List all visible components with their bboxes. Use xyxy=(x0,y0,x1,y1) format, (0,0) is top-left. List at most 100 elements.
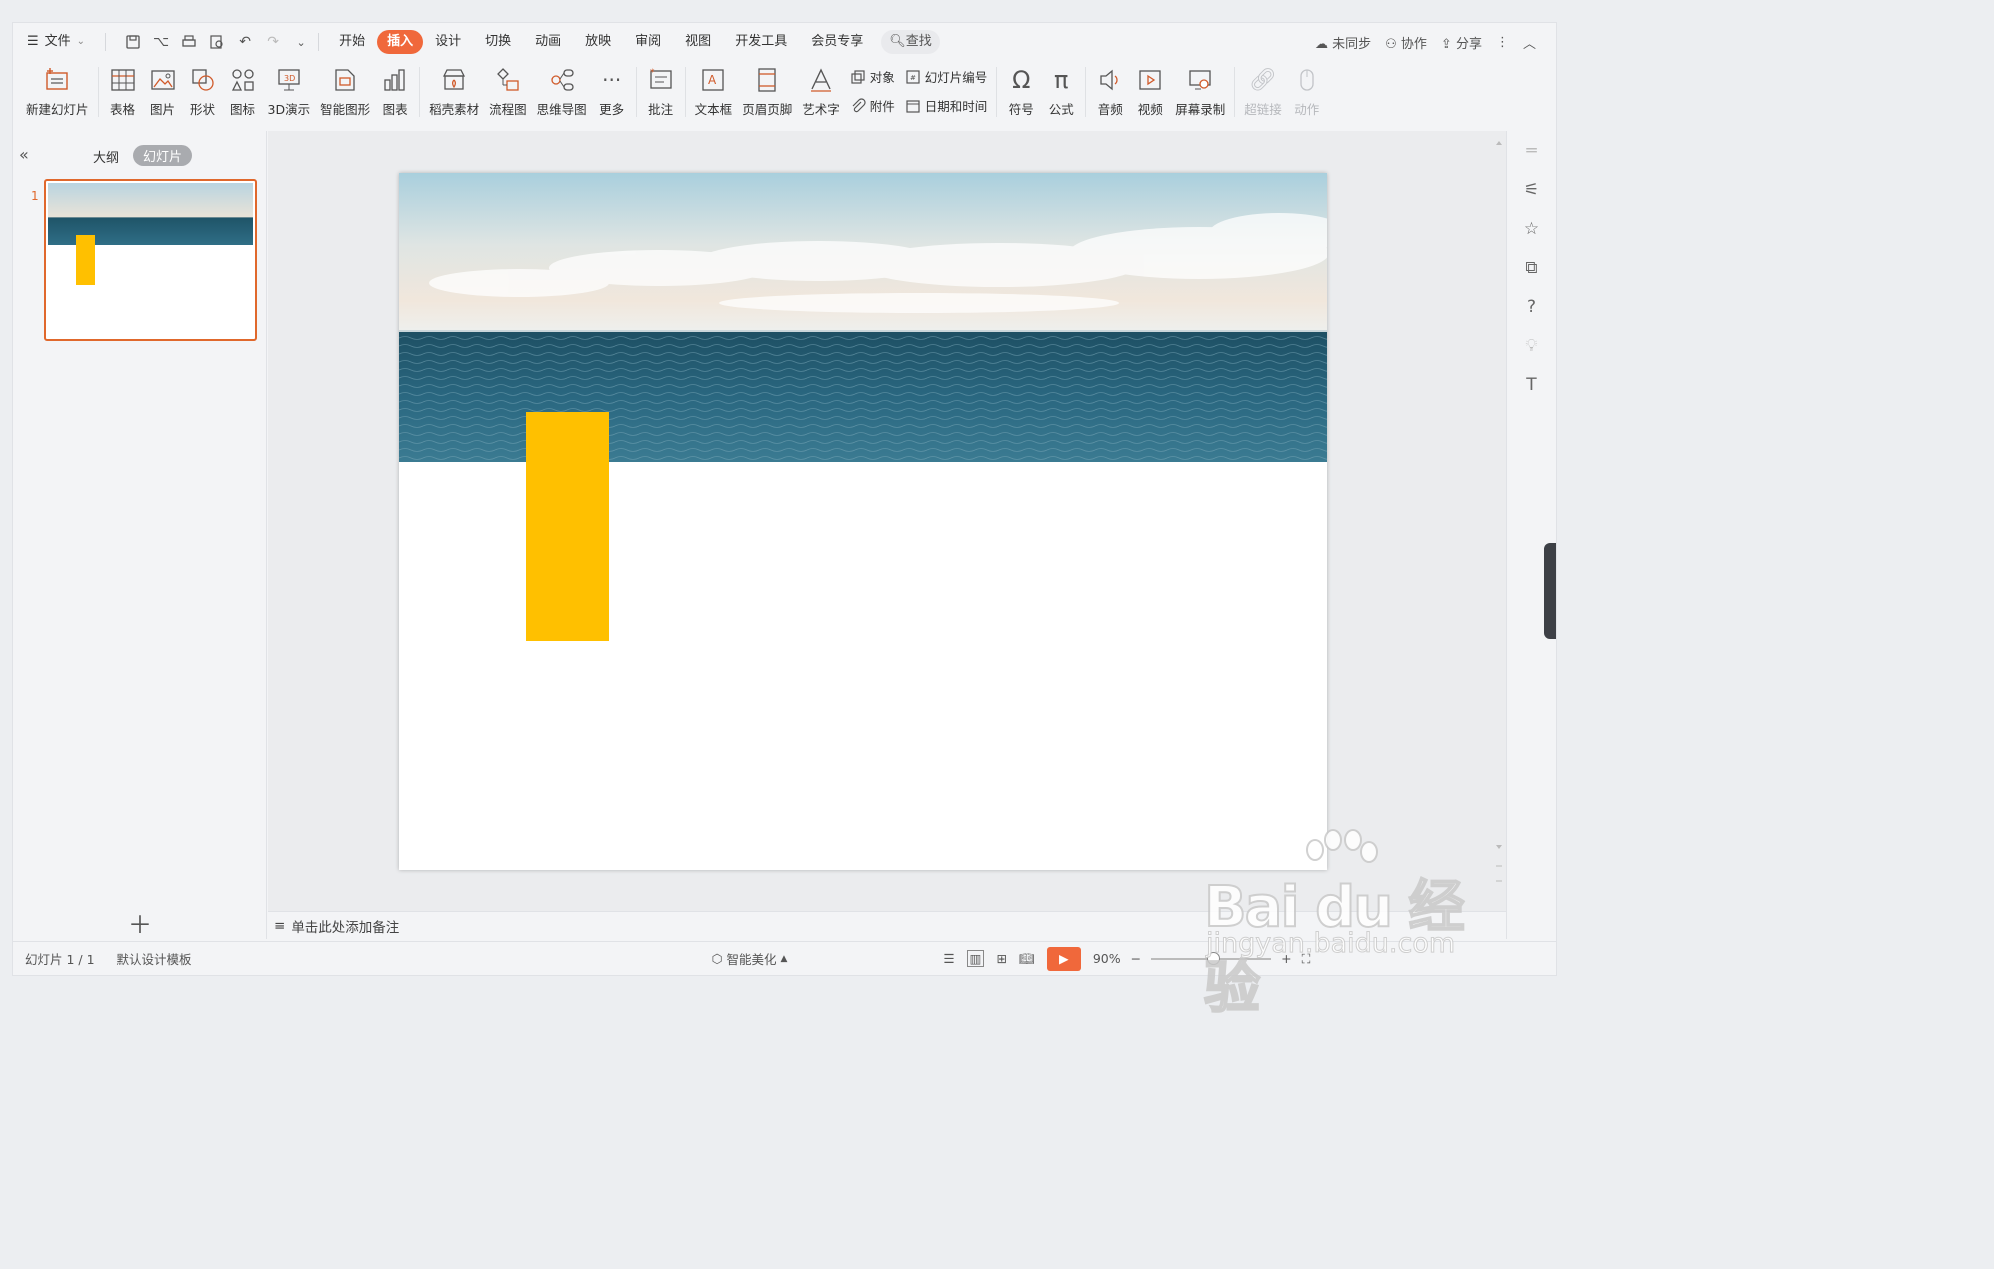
picture-button[interactable]: 图片 xyxy=(143,61,183,118)
tab-home[interactable]: 开始 xyxy=(327,30,377,54)
header-footer-icon xyxy=(752,65,782,95)
tab-view[interactable]: 视图 xyxy=(673,30,723,54)
add-slide-button[interactable]: ＋ xyxy=(128,905,152,940)
collab-button[interactable]: ⚇ 协作 xyxy=(1385,33,1427,52)
video-icon xyxy=(1135,65,1165,95)
slide-thumbnail[interactable] xyxy=(44,179,257,341)
play-slideshow-button[interactable]: ▶ xyxy=(1046,946,1081,971)
icon-button[interactable]: 图标 xyxy=(223,61,263,118)
yellow-rectangle-shape[interactable] xyxy=(526,412,609,641)
tab-design[interactable]: 设计 xyxy=(423,30,473,54)
format-painter-icon[interactable]: ⌥ xyxy=(152,33,170,51)
ribbon-insert: 新建幻灯片 表格 图片 形状 图标 3D 3D演示 智能图形 图表 稻壳素材 流… xyxy=(13,61,1556,131)
notes-toggle-icon[interactable]: ☰ xyxy=(943,951,954,966)
print-icon[interactable] xyxy=(180,33,198,51)
datetime-button[interactable]: 日期和时间 xyxy=(905,96,987,115)
slide-number-button[interactable]: # 幻灯片编号 xyxy=(905,67,987,86)
tab-transitions[interactable]: 切换 xyxy=(473,30,523,54)
chart-button[interactable]: 图表 xyxy=(375,61,415,118)
zoom-slider-knob[interactable] xyxy=(1207,951,1221,965)
search-button[interactable]: 🔍︎查找 xyxy=(881,30,940,54)
smart-beautify-button[interactable]: ⬡ 智能美化 ▲ xyxy=(712,949,788,968)
lightbulb-icon[interactable]: 💡︎ xyxy=(1522,336,1542,356)
screen-record-button[interactable]: 屏幕录制 xyxy=(1170,61,1230,118)
vertical-scrollbar[interactable] xyxy=(1492,131,1506,911)
more-vertical-icon[interactable]: ⋮ xyxy=(1496,35,1509,50)
drag-handle-icon[interactable]: ═ xyxy=(1522,141,1542,161)
side-tab-handle[interactable] xyxy=(1544,543,1556,639)
zoom-in-icon[interactable]: + xyxy=(1281,951,1291,966)
tab-slideshow[interactable]: 放映 xyxy=(573,30,623,54)
new-slide-label: 新建幻灯片 xyxy=(26,102,89,117)
calendar-icon xyxy=(905,98,921,114)
wordart-button[interactable]: 艺术字 xyxy=(797,61,845,118)
tab-member[interactable]: 会员专享 xyxy=(799,30,875,54)
new-slide-button[interactable]: 新建幻灯片 xyxy=(21,61,94,118)
share-button[interactable]: ⇪ 分享 xyxy=(1441,33,1482,52)
fit-window-icon[interactable]: ⛶ xyxy=(1302,951,1311,967)
audio-label: 音频 xyxy=(1097,102,1123,117)
comment-button[interactable]: * 批注 xyxy=(641,61,681,118)
sync-button[interactable]: ☁ 未同步 xyxy=(1315,33,1371,52)
table-button[interactable]: 表格 xyxy=(103,61,143,118)
attachment-button[interactable]: 附件 xyxy=(850,96,895,115)
tab-insert[interactable]: 插入 xyxy=(377,30,424,54)
audio-button[interactable]: 音频 xyxy=(1090,61,1130,118)
save-icon[interactable] xyxy=(124,33,142,51)
shape-button[interactable]: 形状 xyxy=(183,61,223,118)
link-icon: 🔗︎ xyxy=(1249,67,1277,93)
collapse-ribbon-icon[interactable]: ︿ xyxy=(1523,33,1536,52)
symbol-button[interactable]: Ω 符号 xyxy=(1001,61,1041,118)
normal-view-icon[interactable]: ▥ xyxy=(966,950,985,967)
divider xyxy=(105,33,107,51)
notes-area[interactable]: ≡ 单击此处添加备注 xyxy=(268,911,1506,939)
divider xyxy=(684,67,686,117)
action-button[interactable]: 动作 xyxy=(1287,61,1327,118)
customize-dropdown-icon[interactable]: ⌄ xyxy=(292,33,310,51)
divider xyxy=(1234,67,1236,117)
slide[interactable] xyxy=(399,173,1327,870)
print-preview-icon[interactable] xyxy=(208,33,226,51)
hamburger-icon: ☰ xyxy=(27,34,39,49)
file-menu-label: 文件 xyxy=(44,34,71,49)
zoom-out-icon[interactable]: − xyxy=(1131,951,1141,966)
flowchart-icon xyxy=(493,65,523,95)
speaker-icon xyxy=(1095,65,1125,95)
text-icon[interactable]: T xyxy=(1522,375,1542,395)
smartart-button[interactable]: 智能图形 xyxy=(315,61,375,118)
redo-icon[interactable]: ↷ xyxy=(264,33,282,51)
template-name[interactable]: 默认设计模板 xyxy=(95,949,192,968)
zoom-slider[interactable] xyxy=(1151,951,1272,965)
more-button[interactable]: ··· 更多 xyxy=(592,61,632,118)
help-icon[interactable]: ? xyxy=(1522,297,1542,317)
screen-record-icon xyxy=(1185,65,1215,95)
collapse-panel-icon[interactable]: « xyxy=(19,145,29,164)
wordart-icon xyxy=(806,65,836,95)
copy-slides-icon[interactable]: ⧉ xyxy=(1522,258,1542,278)
zoom-level[interactable]: 90% xyxy=(1093,951,1121,966)
tab-developer[interactable]: 开发工具 xyxy=(723,30,799,54)
video-button[interactable]: 视频 xyxy=(1130,61,1170,118)
demo3d-button[interactable]: 3D 3D演示 xyxy=(263,61,316,118)
star-icon[interactable]: ☆ xyxy=(1522,219,1542,239)
properties-icon[interactable]: ⚟ xyxy=(1522,180,1542,200)
slide-sorter-icon[interactable]: ⊞ xyxy=(996,951,1006,966)
textbox-button[interactable]: A 文本框 xyxy=(690,61,738,118)
chevron-down-icon: ⌄ xyxy=(76,36,86,47)
formula-button[interactable]: π 公式 xyxy=(1041,61,1081,118)
comment-icon: * xyxy=(646,65,676,95)
tab-outline[interactable]: 大纲 xyxy=(93,147,119,166)
tab-animations[interactable]: 动画 xyxy=(523,30,573,54)
pi-icon: π xyxy=(1054,66,1069,94)
object-button[interactable]: 对象 xyxy=(850,67,895,86)
material-button[interactable]: 稻壳素材 xyxy=(424,61,484,118)
tab-slides[interactable]: 幻灯片 xyxy=(133,145,193,166)
header-footer-button[interactable]: 页眉页脚 xyxy=(737,61,797,118)
mindmap-button[interactable]: 思维导图 xyxy=(532,61,592,118)
hyperlink-button[interactable]: 🔗︎ 超链接 xyxy=(1239,61,1287,118)
flowchart-button[interactable]: 流程图 xyxy=(484,61,532,118)
file-menu[interactable]: ☰ 文件 ⌄ xyxy=(13,30,97,54)
reading-view-icon[interactable]: 📖︎ xyxy=(1019,951,1035,967)
undo-icon[interactable]: ↶ xyxy=(236,33,254,51)
tab-review[interactable]: 审阅 xyxy=(623,30,673,54)
